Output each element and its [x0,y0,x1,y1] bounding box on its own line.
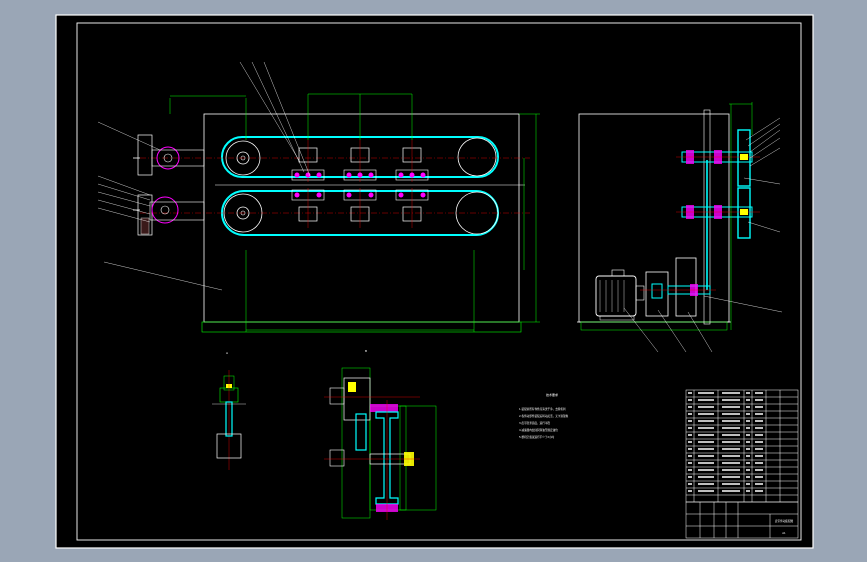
notes-line-5: 5.整机空载试运行不少于2小时 [519,435,555,439]
parts-cell-mark [755,469,763,471]
parts-cell-mark [698,427,714,429]
parts-cell-mark [722,413,740,415]
parts-cell-mark [755,413,763,415]
notes-line-2: 2.各传动部件装配后转动灵活，无卡滞现象 [519,414,569,418]
parts-cell-mark [722,448,740,450]
parts-cell-mark [688,406,692,408]
parts-cell-mark [722,462,740,464]
parts-cell-mark [755,476,763,478]
parts-cell-mark [755,434,763,436]
parts-cell-mark [698,434,714,436]
parts-cell-mark [746,392,750,394]
parts-cell-mark [746,413,750,415]
parts-cell-mark [688,434,692,436]
parts-cell-mark [746,469,750,471]
parts-cell-mark [746,462,750,464]
section-mark-b: B [365,349,367,353]
parts-cell-mark [746,448,750,450]
parts-cell-mark [722,399,740,401]
parts-cell-mark [755,455,763,457]
parts-cell-mark [722,476,740,478]
parts-cell-mark [688,490,692,492]
parts-cell-mark [698,483,714,485]
parts-cell-mark [722,441,740,443]
parts-cell-mark [722,490,740,492]
parts-cell-mark [755,420,763,422]
parts-cell-mark [746,483,750,485]
notes-line-4: 4.减速器内加注润滑油至规定油位 [519,428,558,432]
parts-cell-mark [755,427,763,429]
parts-cell-mark [698,469,714,471]
parts-cell-mark [688,483,692,485]
parts-cell-mark [688,448,692,450]
parts-cell-mark [755,392,763,394]
notes-heading: 技术要求 [546,392,558,397]
parts-cell-mark [746,441,750,443]
parts-cell-mark [755,399,763,401]
parts-cell-mark [746,420,750,422]
parts-cell-mark [722,420,740,422]
title-block-sheet-label: A1 [782,531,786,535]
parts-cell-mark [698,392,714,394]
parts-cell-mark [746,406,750,408]
parts-cell-mark [698,490,714,492]
parts-cell-mark [755,462,763,464]
parts-cell-mark [698,399,714,401]
parts-cell-mark [688,469,692,471]
parts-cell-mark [755,490,763,492]
parts-cell-mark [722,406,740,408]
parts-cell-mark [722,392,740,394]
drawing-sheet [55,14,814,549]
parts-cell-mark [688,427,692,429]
parts-cell-mark [755,448,763,450]
parts-cell-mark [688,413,692,415]
parts-cell-mark [698,455,714,457]
parts-cell-mark [722,469,740,471]
parts-cell-mark [722,434,740,436]
parts-cell-mark [698,462,714,464]
parts-cell-mark [688,455,692,457]
parts-cell-mark [746,434,750,436]
parts-cell-mark [698,406,714,408]
parts-cell-mark [722,483,740,485]
parts-cell-mark [746,490,750,492]
parts-cell-mark [698,420,714,422]
parts-cell-mark [755,483,763,485]
parts-cell-mark [688,392,692,394]
parts-cell-mark [698,476,714,478]
parts-cell-mark [755,406,763,408]
parts-cell-mark [698,441,714,443]
parts-cell-mark [746,476,750,478]
parts-cell-mark [755,441,763,443]
parts-cell-mark [722,455,740,457]
notes-line-3: 3.皮带张紧适度，运行平稳 [519,421,550,425]
parts-cell-mark [698,413,714,415]
title-block-drawing-title: 皮带传动装配图 [775,519,794,523]
parts-cell-mark [688,420,692,422]
parts-cell-mark [688,462,692,464]
parts-cell-mark [698,448,714,450]
parts-cell-mark [746,399,750,401]
cad-drawing-canvas: A B 技术要求 1.装配前所有零件应清洗干净，去除毛刺 2.各传动部件装配后转… [55,14,814,549]
notes-line-1: 1.装配前所有零件应清洗干净，去除毛刺 [519,407,566,411]
parts-cell-mark [722,427,740,429]
parts-cell-mark [688,399,692,401]
parts-cell-mark [746,427,750,429]
parts-cell-mark [746,455,750,457]
parts-cell-mark [688,441,692,443]
parts-cell-mark [688,476,692,478]
